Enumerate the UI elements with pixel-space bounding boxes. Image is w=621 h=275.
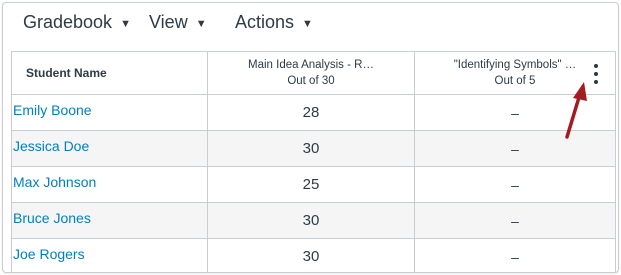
grade-cell[interactable]: – [415,95,616,130]
actions-menu[interactable]: Actions ▼ [235,12,313,33]
grade-value: – [511,176,519,193]
table-row: Jessica Doe 30 – [12,131,616,167]
gradebook-menubar: Gradebook ▼ View ▼ Actions ▼ [3,3,618,45]
grade-value: 30 [302,212,320,229]
table-row: Joe Rogers 30 – [12,239,616,272]
view-menu-label: View [149,12,188,32]
grade-value: – [511,248,519,265]
grade-value: 30 [302,248,320,265]
view-menu[interactable]: View ▼ [149,12,207,33]
student-name-link[interactable]: Jessica Doe [12,138,89,154]
student-name-link[interactable]: Joe Rogers [12,246,85,262]
table-row: Max Johnson 25 – [12,167,616,203]
assignment-header-main-idea[interactable]: Main Idea Analysis - R… Out of 30 [208,52,415,94]
grade-cell[interactable]: – [415,203,616,238]
assignment-header-identifying-symbols[interactable]: "Identifying Symbols" … Out of 5 [415,52,616,94]
assignment-title: Main Idea Analysis - R… [248,59,374,71]
grade-cell[interactable]: 30 [208,239,415,272]
grade-cell[interactable]: – [415,239,616,272]
grade-cell[interactable]: – [415,131,616,166]
student-name-link[interactable]: Max Johnson [12,174,96,190]
table-row: Bruce Jones 30 – [12,203,616,239]
assignment-points: Out of 5 [494,75,536,87]
student-name-link[interactable]: Bruce Jones [12,210,91,226]
grade-value: 28 [302,104,320,121]
grade-value: – [511,140,519,157]
grade-value: – [511,212,519,229]
assignment-title: "Identifying Symbols" … [453,59,577,71]
grade-cell[interactable]: 30 [208,131,415,166]
grade-cell[interactable]: 25 [208,167,415,202]
grade-value: – [511,104,519,121]
grade-cell[interactable]: – [415,167,616,202]
gradebook-menu[interactable]: Gradebook ▼ [23,12,131,33]
gradebook-grid: Student Name Main Idea Analysis - R… Out… [11,51,616,272]
grade-value: 25 [302,176,320,193]
column-options-icon[interactable] [591,64,601,84]
actions-menu-label: Actions [235,12,295,32]
grid-header-row: Student Name Main Idea Analysis - R… Out… [12,52,616,95]
assignment-points: Out of 30 [287,75,335,87]
student-name-header-label: Student Name [26,66,107,80]
table-row: Emily Boone 28 – [12,95,616,131]
gradebook-window: Gradebook ▼ View ▼ Actions ▼ Student Nam… [2,2,619,273]
caret-down-icon: ▼ [195,17,207,30]
caret-down-icon: ▼ [302,17,313,30]
caret-down-icon: ▼ [120,17,131,30]
gradebook-menu-label: Gradebook [23,12,113,32]
student-name-link[interactable]: Emily Boone [12,102,92,118]
student-name-header[interactable]: Student Name [12,52,208,94]
grade-cell[interactable]: 30 [208,203,415,238]
grade-value: 30 [302,140,320,157]
grade-cell[interactable]: 28 [208,95,415,130]
